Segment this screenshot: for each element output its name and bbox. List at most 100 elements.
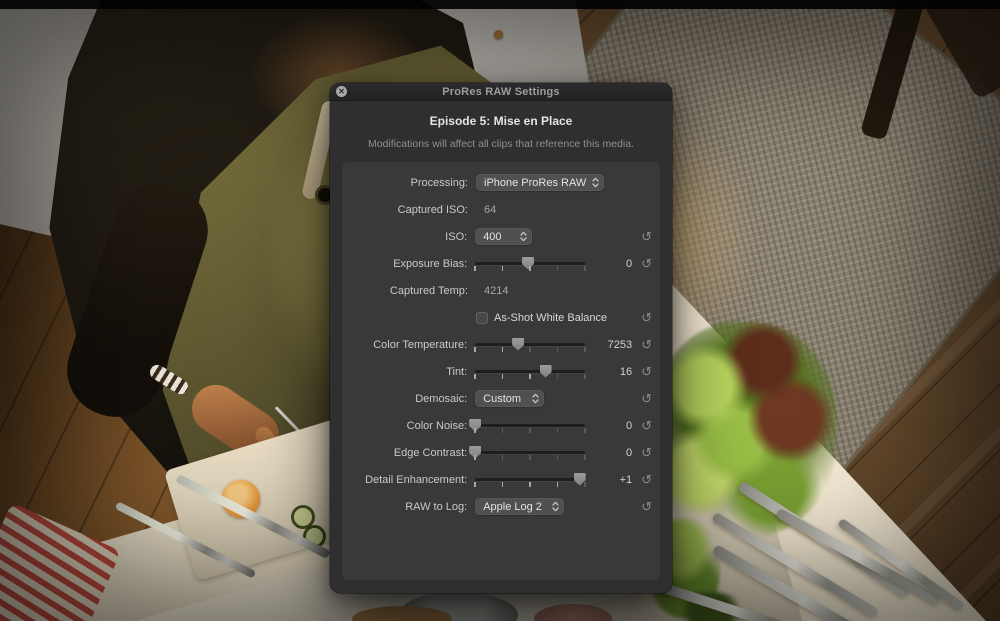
color-noise-label: Color Noise:	[346, 420, 475, 432]
slider-tick	[529, 374, 531, 379]
slider-thumb[interactable]	[540, 365, 552, 378]
slider-tick	[502, 347, 504, 352]
reset-icon[interactable]: ↺	[641, 337, 652, 352]
slider-tick	[474, 482, 476, 487]
tint-value: 16	[586, 366, 632, 378]
as-shot-white-balance-checkbox[interactable]	[476, 312, 488, 324]
slider-thumb[interactable]	[512, 338, 524, 351]
slider-track	[475, 343, 585, 346]
color-temperature-value: 7253	[586, 339, 632, 351]
reset-icon[interactable]: ↺	[641, 256, 652, 271]
exposure-bias-value: 0	[586, 258, 632, 270]
row-color-temperature: Color Temperature: 7253 ↺	[346, 331, 656, 358]
detail-enhancement-value: +1	[586, 474, 632, 486]
tint-label: Tint:	[346, 366, 475, 378]
edge-contrast-slider[interactable]	[475, 445, 585, 461]
raw-to-log-dropdown[interactable]: Apple Log 2	[475, 498, 564, 515]
row-detail-enhancement: Detail Enhancement: +1 ↺	[346, 466, 656, 493]
cabinet-knob	[494, 30, 503, 39]
slider-tick	[584, 428, 586, 433]
row-raw-to-log: RAW to Log: Apple Log 2 ↺	[346, 493, 656, 520]
color-temperature-slider[interactable]	[475, 337, 585, 353]
reset-icon[interactable]: ↺	[641, 391, 652, 406]
slider-tick	[474, 374, 476, 379]
iso-dropdown[interactable]: 400	[475, 228, 532, 245]
captured-temp-label: Captured Temp:	[346, 285, 476, 297]
detail-enhancement-label: Detail Enhancement:	[346, 474, 475, 486]
chevron-updown-icon	[552, 501, 559, 512]
edge-contrast-value: 0	[586, 447, 632, 459]
processing-value: iPhone ProRes RAW	[484, 177, 586, 189]
slider-tick	[557, 428, 559, 433]
slider-tick	[529, 347, 531, 352]
slider-tick	[557, 374, 559, 379]
row-as-shot-white-balance: As-Shot White Balance ↺	[346, 304, 656, 331]
lettuce-bowl	[652, 322, 837, 537]
processing-label: Processing:	[346, 177, 476, 189]
tint-slider[interactable]	[475, 364, 585, 380]
reset-icon[interactable]: ↺	[641, 418, 652, 433]
dialog-titlebar[interactable]: ✕ ProRes RAW Settings	[330, 83, 672, 101]
color-noise-slider[interactable]	[475, 418, 585, 434]
row-captured-temp: Captured Temp: 4214	[346, 277, 656, 304]
detail-enhancement-slider[interactable]	[475, 472, 585, 488]
reset-icon[interactable]: ↺	[641, 310, 652, 325]
modifications-note: Modifications will affect all clips that…	[330, 138, 672, 150]
reset-icon[interactable]: ↺	[641, 499, 652, 514]
slider-tick	[584, 482, 586, 487]
slider-tick	[474, 455, 476, 460]
slider-tick	[502, 266, 504, 271]
slider-tick	[502, 455, 504, 460]
settings-panel: Processing: iPhone ProRes RAW Captured I…	[342, 162, 660, 580]
slider-track	[475, 370, 585, 373]
row-demosaic: Demosaic: Custom ↺	[346, 385, 656, 412]
slider-tick	[529, 455, 531, 460]
slider-track	[475, 424, 585, 427]
chevron-updown-icon	[592, 177, 599, 188]
top-dark-edge	[0, 0, 1000, 9]
slider-tick	[474, 266, 476, 271]
slider-track	[475, 451, 585, 454]
slider-tick	[529, 266, 531, 271]
raw-to-log-label: RAW to Log:	[346, 501, 475, 513]
demosaic-value: Custom	[483, 393, 521, 405]
row-iso: ISO: 400 ↺	[346, 223, 656, 250]
slider-tick	[502, 482, 504, 487]
slider-tick	[584, 347, 586, 352]
processing-dropdown[interactable]: iPhone ProRes RAW	[476, 174, 604, 191]
reset-icon[interactable]: ↺	[641, 445, 652, 460]
slider-tick	[529, 482, 531, 487]
reset-icon[interactable]: ↺	[641, 364, 652, 379]
episode-title: Episode 5: Mise en Place	[330, 114, 672, 128]
slider-tick	[529, 428, 531, 433]
slider-tick	[474, 347, 476, 352]
exposure-bias-slider[interactable]	[475, 256, 585, 272]
row-exposure-bias: Exposure Bias: 0 ↺	[346, 250, 656, 277]
color-noise-value: 0	[586, 420, 632, 432]
slider-tick	[584, 266, 586, 271]
demosaic-dropdown[interactable]: Custom	[475, 390, 544, 407]
slider-tick	[584, 374, 586, 379]
edge-contrast-label: Edge Contrast:	[346, 447, 475, 459]
captured-temp-value: 4214	[476, 285, 508, 297]
slider-tick	[557, 482, 559, 487]
row-processing: Processing: iPhone ProRes RAW	[346, 169, 656, 196]
as-shot-white-balance-label: As-Shot White Balance	[494, 312, 607, 324]
captured-iso-value: 64	[476, 204, 496, 216]
raw-to-log-value: Apple Log 2	[483, 501, 542, 513]
slider-tick	[557, 266, 559, 271]
close-icon[interactable]: ✕	[336, 86, 347, 97]
slider-tick	[502, 374, 504, 379]
color-temperature-label: Color Temperature:	[346, 339, 475, 351]
slider-tick	[557, 347, 559, 352]
slider-tick	[557, 455, 559, 460]
prores-raw-settings-dialog: ✕ ProRes RAW Settings Episode 5: Mise en…	[330, 83, 672, 593]
reset-icon[interactable]: ↺	[641, 229, 652, 244]
row-edge-contrast: Edge Contrast: 0 ↺	[346, 439, 656, 466]
exposure-bias-label: Exposure Bias:	[346, 258, 475, 270]
reset-icon[interactable]: ↺	[641, 472, 652, 487]
demosaic-label: Demosaic:	[346, 393, 475, 405]
slider-thumb[interactable]	[522, 257, 534, 270]
row-color-noise: Color Noise: 0 ↺	[346, 412, 656, 439]
slider-tick	[474, 428, 476, 433]
